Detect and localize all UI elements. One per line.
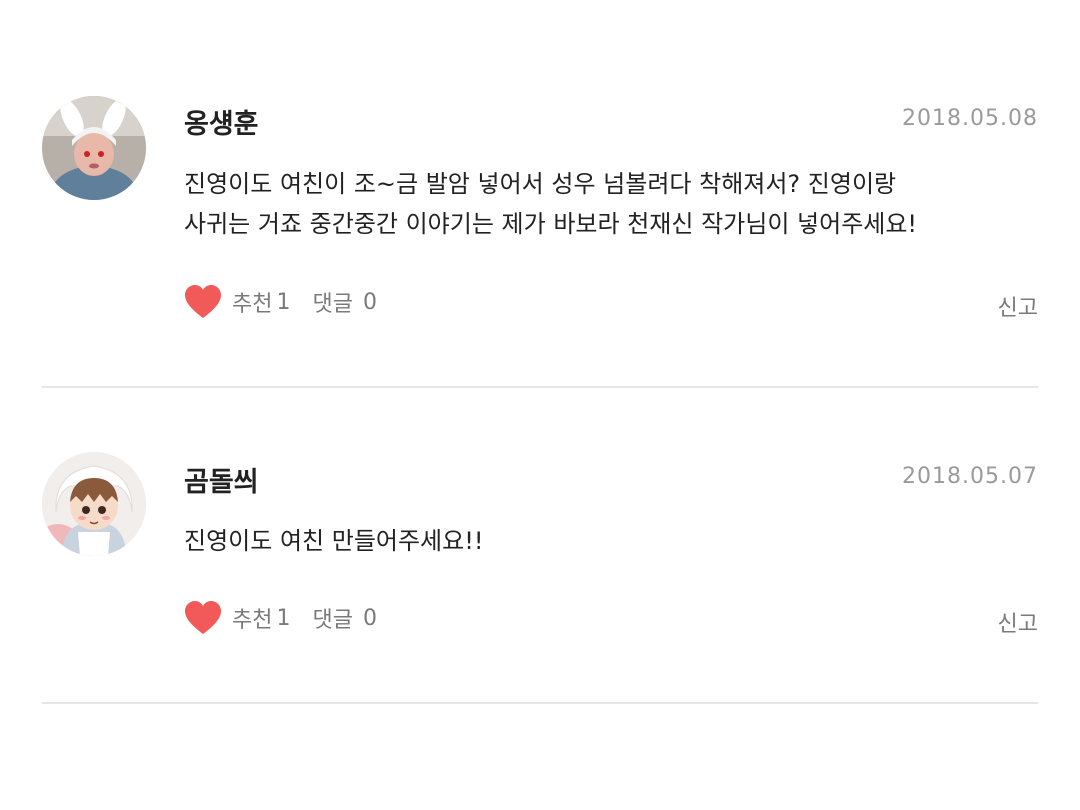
reply-count: 0 <box>362 289 377 315</box>
user-cartoon-icon <box>42 452 146 556</box>
user-photo-icon <box>42 96 146 200</box>
comment-date: 2018.05.08 <box>902 106 1038 131</box>
divider <box>42 386 1038 388</box>
heart-icon[interactable] <box>184 284 222 320</box>
like-count: 1 <box>276 289 291 315</box>
avatar[interactable] <box>42 452 146 556</box>
divider <box>42 702 1038 704</box>
comment-actions: 추천 1 댓글 0 <box>184 282 377 322</box>
comment-text: 진영이도 여친이 조~금 발암 넣어서 성우 넘볼려다 착해져서? 진영이랑 사… <box>184 170 918 238</box>
comment-actions: 추천 1 댓글 0 <box>184 598 377 638</box>
reply-label[interactable]: 댓글 <box>312 286 352 318</box>
reply-label[interactable]: 댓글 <box>312 602 352 634</box>
like-label[interactable]: 추천 <box>232 602 272 634</box>
like-count: 1 <box>276 605 291 631</box>
reply-count: 0 <box>362 605 377 631</box>
report-button[interactable]: 신고 <box>998 606 1038 638</box>
comment-text: 진영이도 여친 만들어주세요!! <box>184 527 484 555</box>
report-button[interactable]: 신고 <box>998 290 1038 322</box>
like-label[interactable]: 추천 <box>232 286 272 318</box>
comment-date: 2018.05.07 <box>902 464 1038 489</box>
heart-icon[interactable] <box>184 600 222 636</box>
comment-author[interactable]: 옹섕훈 <box>184 102 259 141</box>
comment-author[interactable]: 곰돌씌 <box>184 460 259 499</box>
avatar[interactable] <box>42 96 146 200</box>
